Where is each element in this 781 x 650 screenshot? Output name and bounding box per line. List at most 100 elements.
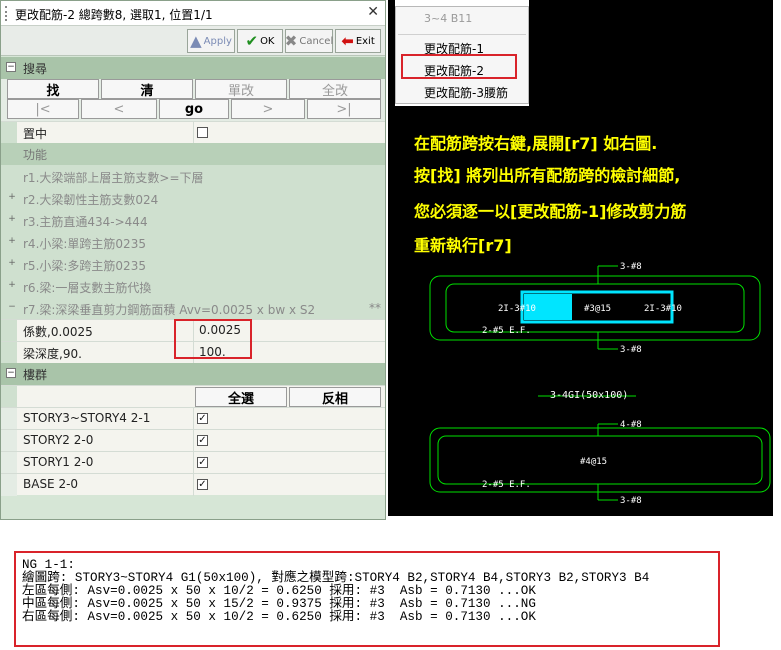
- expand-icon[interactable]: +: [8, 237, 16, 246]
- exit-button[interactable]: ⬅ Exit: [335, 29, 381, 53]
- dialog-title: 更改配筋-2 總跨數8, 選取1, 位置1/1: [15, 8, 213, 22]
- find-button[interactable]: 找: [7, 79, 99, 99]
- log-line: 右區每側: Asv=0.0025 x 50 x 10/2 = 0.6250 採用…: [22, 610, 536, 624]
- function-item-r4[interactable]: + r4.小梁:單跨主筋0235: [1, 231, 385, 253]
- next-button[interactable]: >: [231, 99, 305, 119]
- center-row: 置中: [1, 121, 385, 144]
- function-item-r7[interactable]: − r7.梁:深梁垂直剪力鋼筋面積 Avv=0.0025 x bw x S2 *…: [1, 297, 385, 319]
- beam2-top-label: 4-#8: [620, 420, 642, 430]
- function-item-r5[interactable]: + r5.小梁:多跨主筋0235: [1, 253, 385, 275]
- floor-label: BASE 2-0: [23, 477, 79, 491]
- floor-checkbox[interactable]: ✓: [197, 479, 208, 490]
- row-divider: [193, 408, 194, 430]
- check-log-panel: NG 1-1: 繪圖跨: STORY3~STORY4 G1(50x100), 對…: [14, 551, 720, 647]
- ok-button[interactable]: ✔ OK: [237, 29, 283, 53]
- cancel-button[interactable]: ✖ Cancel: [285, 29, 333, 53]
- row-gutter: [1, 386, 17, 408]
- exit-label: Exit: [355, 35, 375, 47]
- function-item-label: r7.梁:深梁垂直剪力鋼筋面積 Avv=0.0025 x bw x S2: [23, 303, 316, 317]
- dialog-titlebar: 更改配筋-2 總跨數8, 選取1, 位置1/1 ✕: [1, 1, 385, 26]
- ok-label: OK: [260, 35, 275, 47]
- expand-icon[interactable]: +: [8, 215, 16, 224]
- floor-row: STORY1 2-0 ✓: [1, 451, 385, 474]
- param-highlight-box: [174, 319, 252, 359]
- beam-section-drawing: 3-#8 2I-3#10 #3@15 2I-3#10 2-#5 E.F. 3-#…: [429, 262, 771, 506]
- change-all-button[interactable]: 全改: [289, 79, 381, 99]
- invert-button[interactable]: 反相: [289, 387, 381, 407]
- beam1-top-label: 3-#8: [620, 262, 642, 272]
- single-change-button[interactable]: 單改: [195, 79, 287, 99]
- expand-icon[interactable]: +: [8, 259, 16, 268]
- exit-arrow-icon: ⬅: [341, 32, 354, 50]
- floor-row: STORY2 2-0 ✓: [1, 429, 385, 452]
- floor-label: STORY3~STORY4 2-1: [23, 411, 151, 425]
- center-checkbox[interactable]: [197, 127, 208, 138]
- menu-separator: [398, 34, 526, 35]
- floor-checkbox[interactable]: ✓: [197, 457, 208, 468]
- row-gutter: [1, 342, 17, 364]
- modified-marker: **: [369, 301, 381, 315]
- cad-panel-strip: [388, 0, 395, 110]
- row-gutter: [1, 122, 17, 144]
- select-all-button[interactable]: 全選: [195, 387, 287, 407]
- row-gutter: [1, 320, 17, 342]
- beam1-right-label: 2I-3#10: [644, 304, 682, 314]
- floor-checkbox[interactable]: ✓: [197, 413, 208, 424]
- function-item-r6[interactable]: + r6.梁:一層支數主筋代換: [1, 275, 385, 297]
- floor-checkbox[interactable]: ✓: [197, 435, 208, 446]
- row-divider: [193, 474, 194, 496]
- function-section-header: 功能: [1, 143, 385, 165]
- beam2-mid-label: #4@15: [580, 457, 607, 467]
- collapse-icon: −: [6, 368, 16, 378]
- function-item-r2[interactable]: + r2.大梁韌性主筋支數024: [1, 187, 385, 209]
- floor-row: BASE 2-0 ✓: [1, 473, 385, 496]
- function-item-label: r5.小梁:多跨主筋0235: [23, 259, 146, 273]
- param-label: 係數,0.0025: [23, 325, 93, 339]
- apply-label: Apply: [203, 35, 232, 47]
- beam1-left-label: 2I-3#10: [498, 304, 536, 314]
- function-item-label: r1.大梁端部上層主筋支數>=下層: [23, 171, 204, 185]
- context-menu-header: 3~4 B11: [424, 12, 473, 25]
- menu-item-rebar-3[interactable]: 更改配筋-3腰筋: [424, 84, 508, 101]
- apply-icon: ▲: [190, 32, 202, 50]
- floor-row: STORY3~STORY4 2-1 ✓: [1, 407, 385, 430]
- function-section-label: 功能: [23, 148, 48, 162]
- search-section-header[interactable]: − 搜尋: [1, 57, 385, 79]
- checkmark-icon: ✔: [245, 32, 259, 50]
- collapse-icon[interactable]: −: [8, 303, 16, 312]
- last-button[interactable]: >|: [307, 99, 381, 119]
- expand-icon[interactable]: +: [8, 281, 16, 290]
- beam2-bottom-label: 3-#8: [620, 496, 642, 506]
- first-button[interactable]: |<: [7, 99, 79, 119]
- search-section-label: 搜尋: [23, 62, 48, 76]
- cancel-label: Cancel: [299, 35, 334, 47]
- param-label: 梁深度,90.: [23, 347, 82, 361]
- floors-section-header[interactable]: − 樓群: [1, 363, 385, 385]
- beam1-side-label: 2-#5 E.F.: [482, 326, 531, 336]
- row-gutter: [1, 474, 17, 496]
- center-label: 置中: [23, 127, 48, 141]
- floors-section-label: 樓群: [23, 368, 48, 382]
- row-gutter: [1, 452, 17, 474]
- close-icon[interactable]: ✕: [367, 4, 379, 20]
- collapse-icon: −: [6, 62, 16, 72]
- expand-icon[interactable]: +: [8, 193, 16, 202]
- floors-button-row: 全選 反相: [1, 385, 385, 408]
- menu-highlight-box: [401, 54, 517, 79]
- row-gutter: [1, 430, 17, 452]
- navigation-row: |< < go > >|: [1, 99, 385, 121]
- go-button[interactable]: go: [159, 99, 229, 119]
- prev-button[interactable]: <: [81, 99, 157, 119]
- cad-panel-top: [529, 0, 773, 110]
- clear-button[interactable]: 清: [101, 79, 193, 99]
- search-button-row: 找 清 單改 全改: [1, 79, 385, 101]
- floor-label: STORY1 2-0: [23, 455, 94, 469]
- function-item-r3[interactable]: + r3.主筋直通434->444: [1, 209, 385, 231]
- function-item-r1[interactable]: r1.大梁端部上層主筋支數>=下層: [1, 165, 385, 187]
- cad-panel: 在配筋跨按右鍵,展開[r7] 如右圖. 按[找] 將列出所有配筋跨的檢討細節, …: [388, 106, 773, 516]
- cancel-icon: ✖: [284, 32, 298, 50]
- function-item-label: r4.小梁:單跨主筋0235: [23, 237, 146, 251]
- apply-button[interactable]: ▲ Apply: [187, 29, 235, 53]
- function-item-label: r2.大梁韌性主筋支數024: [23, 193, 159, 207]
- grip-icon: [5, 6, 9, 21]
